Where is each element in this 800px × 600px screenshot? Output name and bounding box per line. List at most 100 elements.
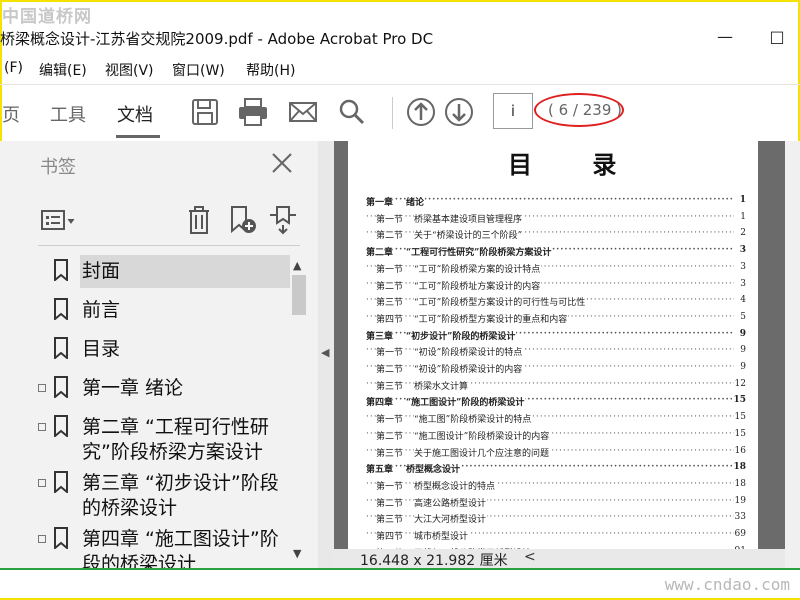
toc-entry-text: 关于“桥梁设计的三个阶段”	[414, 228, 524, 242]
bookmark-icon	[54, 471, 68, 493]
tab-tools[interactable]: 工具	[50, 101, 86, 127]
toc-entry-page: 3	[739, 278, 746, 289]
toc-entry-text: 城市桥型设计	[414, 529, 470, 542]
toolbar-separator	[392, 97, 393, 129]
toc-entry[interactable]: ········································…	[366, 228, 746, 245]
title-bar: 桥梁概念设计-江苏省交规院2009.pdf - Adobe Acrobat Pr…	[0, 22, 800, 52]
scroll-left-icon[interactable]: <	[524, 549, 536, 565]
bookmark-label: 前言	[82, 299, 121, 321]
toc-entry-text: “工可”阶段桥址方案设计的内容	[414, 278, 542, 292]
toc-entry-page: 1	[739, 211, 746, 222]
toc-entry-page: 9	[739, 362, 746, 372]
toc-entry[interactable]: ········································…	[366, 412, 746, 429]
toc-entry[interactable]: ········································…	[366, 328, 746, 346]
toc-entry[interactable]: ········································…	[366, 278, 746, 296]
toc-entry[interactable]: ········································…	[366, 395, 746, 412]
bookmark-label: 第三章 “初步设计”阶段	[82, 472, 279, 494]
toc-entry[interactable]: ········································…	[366, 245, 746, 262]
toc-entry[interactable]: ········································…	[366, 311, 746, 329]
bookmarks-panel: 书签 封面 前言 目录 第一章 绪论 第二章 “工程可行性研 究”阶段桥梁方案设…	[0, 141, 319, 568]
toc-entry-number: 第一节	[376, 261, 405, 275]
toc-entry-text: “施工图”阶段桥梁设计的特点	[414, 412, 533, 426]
bottom-border	[0, 568, 800, 570]
toc-entry-text: “初设”阶段桥梁设计的特点	[414, 345, 524, 359]
tab-home[interactable]: 页	[2, 101, 20, 127]
bookmark-icon	[54, 376, 68, 398]
toc-entry-text: 绪论	[406, 195, 426, 208]
expand-toggle[interactable]	[38, 479, 46, 487]
expand-toggle[interactable]	[38, 423, 46, 431]
toc-entry-page: 19	[733, 495, 746, 506]
toc-entry[interactable]: ········································…	[366, 428, 746, 446]
bookmarks-scrollbar[interactable]: ▲ ▼	[290, 257, 308, 567]
toc-entry-number: 第四节	[376, 529, 405, 542]
toc-entry-number: 第一节	[376, 478, 405, 492]
toc-entry-page: 1	[738, 195, 746, 205]
toc-entry-text: “工可”阶段桥型方案设计的可行性与可比性	[414, 295, 587, 309]
scroll-down-icon[interactable]: ▼	[293, 547, 301, 560]
toc-entry-text: 桥梁水文计算	[414, 378, 470, 392]
toc-entry-number: 第三节	[376, 512, 405, 526]
toc-entry[interactable]: ········································…	[366, 478, 746, 496]
delete-icon[interactable]	[186, 205, 212, 235]
toc-entry-page: 4	[739, 295, 746, 306]
tab-document[interactable]: 文档	[117, 101, 153, 127]
toc-entry[interactable]: ········································…	[366, 378, 746, 396]
document-scrollbar[interactable]	[785, 141, 800, 568]
search-icon[interactable]	[334, 95, 368, 129]
maximize-button[interactable]: □	[764, 24, 790, 50]
menu-window[interactable]: 窗口(W)	[172, 60, 225, 80]
toc-entry[interactable]: ········································…	[366, 362, 746, 379]
close-icon[interactable]	[270, 151, 294, 175]
toc-entry-number: 第二节	[376, 428, 405, 442]
toc-entry-text: “初步设计”阶段的桥梁设计	[406, 328, 517, 342]
page-number-input[interactable]: i	[493, 93, 533, 129]
toc-entry[interactable]: ········································…	[366, 512, 746, 529]
options-menu-icon[interactable]	[40, 209, 80, 233]
menu-file[interactable]: (F)	[4, 60, 23, 76]
toc-entry-page: 5	[739, 311, 746, 322]
toc-entry-number: 第三节	[376, 295, 405, 309]
toc-entry[interactable]: ········································…	[366, 261, 746, 279]
scroll-thumb[interactable]	[292, 275, 306, 315]
toc-entry[interactable]: ········································…	[366, 295, 746, 312]
print-icon[interactable]	[236, 95, 270, 129]
toc-entry-number: 第一节	[376, 412, 405, 426]
toc-entry[interactable]: ········································…	[366, 211, 746, 229]
page-down-icon[interactable]	[442, 95, 476, 129]
document-view[interactable]: 目 录 ····································…	[334, 141, 785, 568]
toc-entry[interactable]: ········································…	[366, 195, 746, 212]
toc-entry-number: 第二节	[376, 362, 405, 375]
toc-entry-page: 9	[738, 328, 746, 339]
bookmark-label: 第二章 “工程可行性研	[82, 416, 269, 438]
toc-entry-text: 桥型概念设计的特点	[414, 478, 497, 492]
expand-bookmark-icon[interactable]	[268, 205, 298, 235]
toc-entry[interactable]: ········································…	[366, 462, 746, 479]
bookmark-label-line2: 段的桥梁设计	[82, 553, 197, 568]
toc-entry-number: 第四章	[366, 395, 395, 409]
toc-entry-number: 第五章	[366, 462, 395, 476]
email-icon[interactable]	[286, 95, 320, 129]
toc-entry[interactable]: ········································…	[366, 529, 746, 546]
new-bookmark-icon[interactable]	[228, 205, 258, 235]
menu-view[interactable]: 视图(V)	[105, 60, 154, 80]
menu-edit[interactable]: 编辑(E)	[39, 60, 87, 80]
expand-toggle[interactable]	[38, 384, 46, 392]
collapse-arrow-icon: ◀	[321, 346, 330, 359]
save-icon[interactable]	[188, 95, 222, 129]
menu-help[interactable]: 帮助(H)	[246, 60, 295, 80]
toc-entry[interactable]: ········································…	[366, 495, 746, 513]
toolbar: 页 工具 文档 i ( 6 / 239 )	[0, 84, 800, 141]
toc-entry[interactable]: ········································…	[366, 345, 746, 362]
toc-entry-page: 33	[733, 512, 746, 523]
minimize-button[interactable]: —	[712, 24, 738, 50]
scroll-up-icon[interactable]: ▲	[293, 259, 301, 272]
toc-entry-page: 15	[733, 428, 746, 439]
expand-toggle[interactable]	[38, 535, 46, 543]
page-up-icon[interactable]	[404, 95, 438, 129]
bookmark-label: 目录	[82, 338, 121, 360]
toc-entry[interactable]: ········································…	[366, 445, 746, 463]
panel-collapse-handle[interactable]: ◀	[318, 141, 334, 568]
page-dimensions: 16.448 x 21.982 厘米	[360, 553, 508, 569]
toc-entry-page: 69	[733, 529, 746, 539]
